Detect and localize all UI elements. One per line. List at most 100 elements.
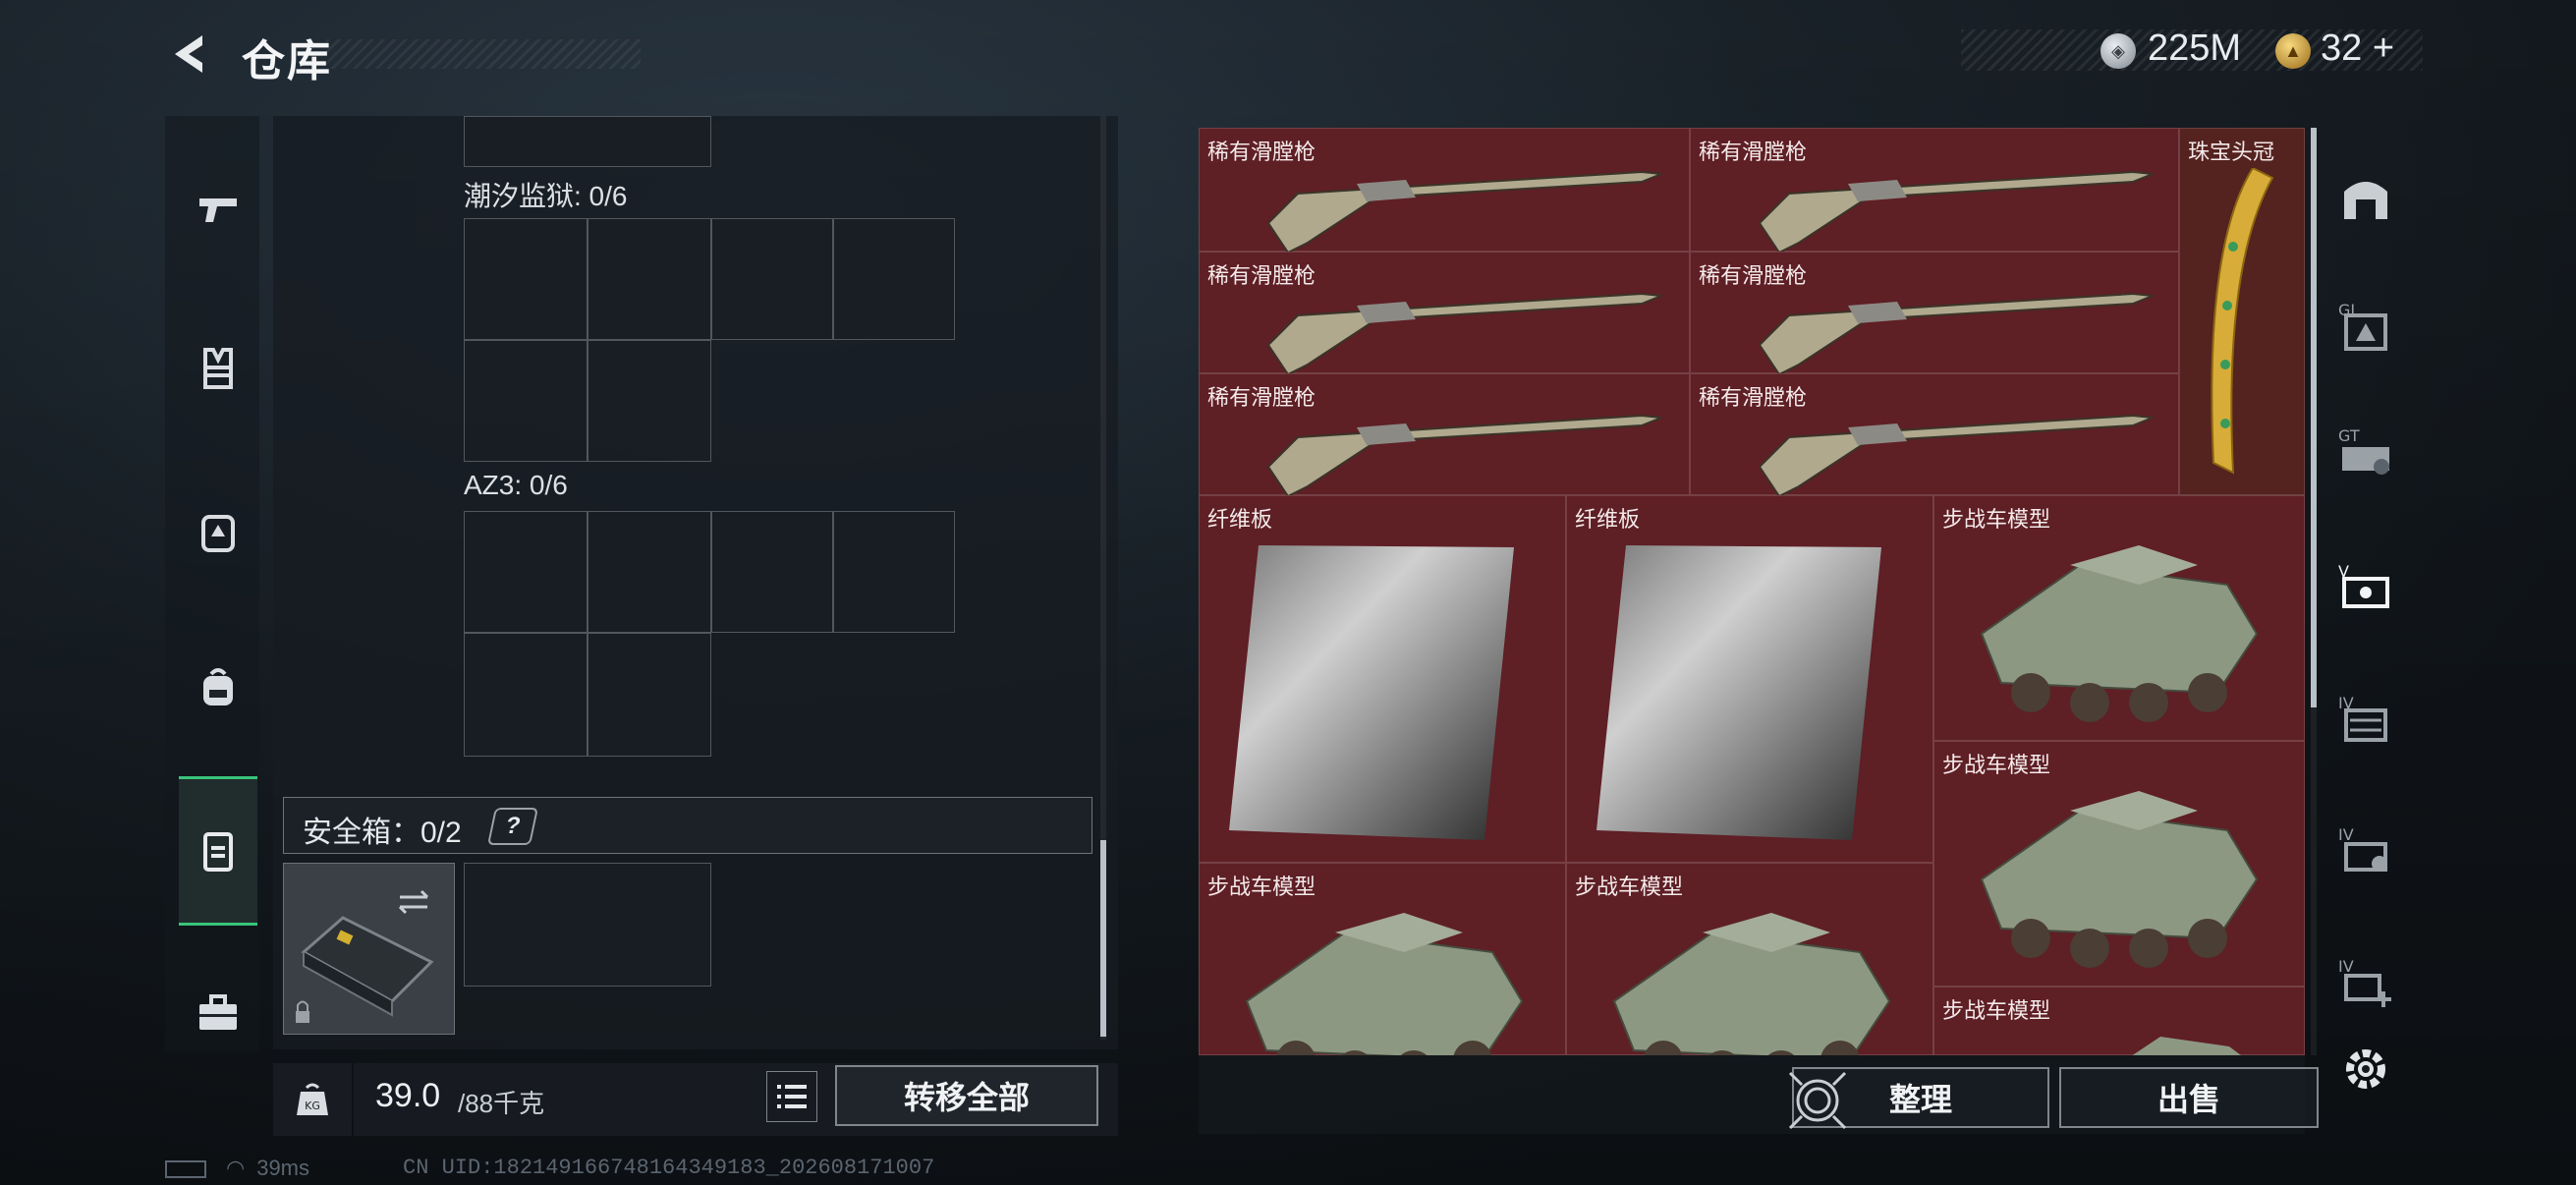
ifv-model-icon — [1980, 791, 2259, 968]
stash-tab-v[interactable]: V — [2328, 533, 2403, 641]
stash-item-ifv-model[interactable]: 步战车模型 — [1933, 987, 2305, 1055]
stash-item-musket[interactable]: 稀有滑膛枪 — [1690, 373, 2179, 496]
wifi-icon: ◠ — [226, 1156, 246, 1180]
stash-item-ifv-model[interactable]: 步战车模型 — [1933, 741, 2305, 987]
ifv-model-icon — [2132, 1037, 2241, 1055]
svg-text:GT: GT — [2338, 426, 2360, 445]
stash-tab-iv1[interactable]: IV — [2328, 664, 2403, 772]
grid-cell[interactable] — [464, 218, 588, 340]
list-icon — [777, 1085, 807, 1108]
fiberboard-icon — [1229, 545, 1514, 840]
weight-max: /88千克 — [458, 1089, 545, 1118]
back-arrow-icon[interactable] — [165, 29, 214, 79]
iv-tab-1-icon: IV — [2338, 694, 2387, 742]
musket-icon — [1268, 292, 1662, 374]
slot-top[interactable] — [464, 116, 711, 167]
grid-cell[interactable] — [588, 218, 711, 340]
sell-button[interactable]: 出售 — [2059, 1067, 2319, 1128]
tide-prison-label: 潮汐监狱: 0/6 — [464, 181, 628, 211]
stash-tab-g1[interactable]: GI — [2328, 271, 2403, 379]
stash-tab-iv2[interactable]: IV — [2328, 796, 2403, 904]
stash-tab-main[interactable] — [2328, 143, 2403, 252]
sort-target-icon — [1788, 1071, 1847, 1130]
stash-tab-iv-add[interactable]: IV — [2328, 928, 2403, 1036]
silver-coin-icon: ◈ — [2100, 33, 2136, 69]
stash-tab-g2[interactable]: GT — [2328, 397, 2403, 505]
secure-slot-1[interactable] — [464, 863, 711, 987]
list-view-button[interactable] — [766, 1071, 817, 1122]
stash-item-fiberboard[interactable]: 纤维板 — [1199, 495, 1566, 863]
stash-item-ifv-model[interactable]: 步战车模型 — [1566, 863, 1933, 1055]
iv-tab-2-icon: IV — [2338, 825, 2387, 872]
user-uid: CN UID:18214916674816434918​3_2026081710… — [403, 1156, 935, 1180]
v-tab-icon: V — [2338, 562, 2389, 608]
grid-cell[interactable] — [711, 218, 833, 340]
backpack-icon — [203, 668, 233, 705]
secure-case-icon — [203, 832, 233, 872]
page-title: 仓库 — [242, 37, 332, 85]
nav-helmet[interactable] — [179, 458, 257, 605]
musket-icon — [1268, 170, 1662, 253]
stash-item-fiberboard[interactable]: 纤维板 — [1566, 495, 1933, 863]
stash-scroll-thumb[interactable] — [2311, 128, 2317, 707]
ifv-model-icon — [1980, 545, 2259, 722]
svg-text:IV: IV — [2338, 957, 2354, 976]
grid-cell[interactable] — [464, 511, 588, 633]
g-tab-2-icon: GT — [2338, 426, 2389, 475]
musket-icon — [1760, 414, 2154, 496]
stash-item-musket[interactable]: 稀有滑膛枪 — [1690, 252, 2179, 374]
add-gold-button[interactable]: + — [2373, 28, 2394, 69]
stash-grid: 稀有滑膛枪 稀有滑膛枪 珠宝头冠 稀有滑膛枪 稀有滑膛枪 稀有滑膛枪 稀有滑膛枪… — [1199, 128, 2305, 1055]
gold-currency-value[interactable]: 32 + — [2321, 28, 2394, 70]
stash-item-musket[interactable]: 稀有滑膛枪 — [1690, 128, 2179, 253]
item-name: 纤维板 — [1575, 507, 1641, 532]
svg-text:IV: IV — [2338, 825, 2354, 844]
grid-cell[interactable] — [588, 633, 711, 757]
g-tab-1-icon: GI — [2338, 301, 2387, 351]
settings-gear-icon[interactable] — [2338, 1042, 2393, 1097]
grid-cell[interactable] — [464, 340, 588, 462]
item-name: 珠宝头冠 — [2188, 140, 2275, 164]
ifv-model-icon — [1612, 913, 1891, 1055]
stash-item-musket[interactable]: 稀有滑膛枪 — [1199, 373, 1690, 496]
musket-icon — [1760, 292, 2154, 374]
stash-item-musket[interactable]: 稀有滑膛枪 — [1199, 252, 1690, 374]
pistol-icon — [199, 198, 237, 222]
stash-item-crown[interactable]: 珠宝头冠 — [2179, 128, 2305, 495]
stash-item-ifv-model[interactable]: 步战车模型 — [1199, 863, 1566, 1055]
grid-cell[interactable] — [588, 511, 711, 633]
transfer-all-button[interactable]: 转移全部 — [835, 1065, 1098, 1126]
left-scroll-thumb[interactable] — [1100, 840, 1106, 1037]
svg-text:KG: KG — [305, 1100, 320, 1112]
item-name: 步战车模型 — [1942, 998, 2051, 1023]
secure-case-item-icon — [296, 889, 434, 1023]
gold-coin-icon: ▲ — [2275, 33, 2311, 69]
sort-label: 整理 — [1888, 1082, 1952, 1117]
grid-cell[interactable] — [711, 511, 833, 633]
stash-tab-icon — [2344, 182, 2387, 219]
nav-backpack[interactable] — [179, 615, 257, 762]
toolbox-icon — [199, 994, 237, 1030]
grid-cell[interactable] — [833, 218, 955, 340]
vest-icon — [203, 348, 233, 389]
nav-toolbox[interactable] — [179, 939, 257, 1087]
musket-icon — [1268, 414, 1662, 496]
grid-cell[interactable] — [588, 340, 711, 462]
helmet-icon — [201, 515, 235, 552]
iv-tab-add-icon: IV — [2338, 957, 2391, 1007]
nav-vest[interactable] — [179, 295, 257, 442]
battery-icon — [165, 1160, 206, 1179]
item-name: 纤维板 — [1207, 507, 1273, 532]
az3-label: AZ3: 0/6 — [464, 470, 568, 500]
grid-cell[interactable] — [464, 633, 588, 757]
secure-case-label: 安全箱：0/2 — [303, 817, 462, 849]
nav-secure-case[interactable] — [179, 776, 257, 926]
weight-current: 39.0 — [375, 1077, 441, 1114]
nav-weapon[interactable] — [179, 136, 257, 283]
stash-item-musket[interactable]: 稀有滑膛枪 — [1199, 128, 1690, 253]
help-button[interactable]: ? — [486, 808, 539, 845]
stash-item-ifv-model[interactable]: 步战车模型 — [1933, 495, 2305, 741]
secure-case-slot[interactable] — [283, 863, 455, 1035]
weight-icon: KG — [273, 1063, 352, 1136]
grid-cell[interactable] — [833, 511, 955, 633]
